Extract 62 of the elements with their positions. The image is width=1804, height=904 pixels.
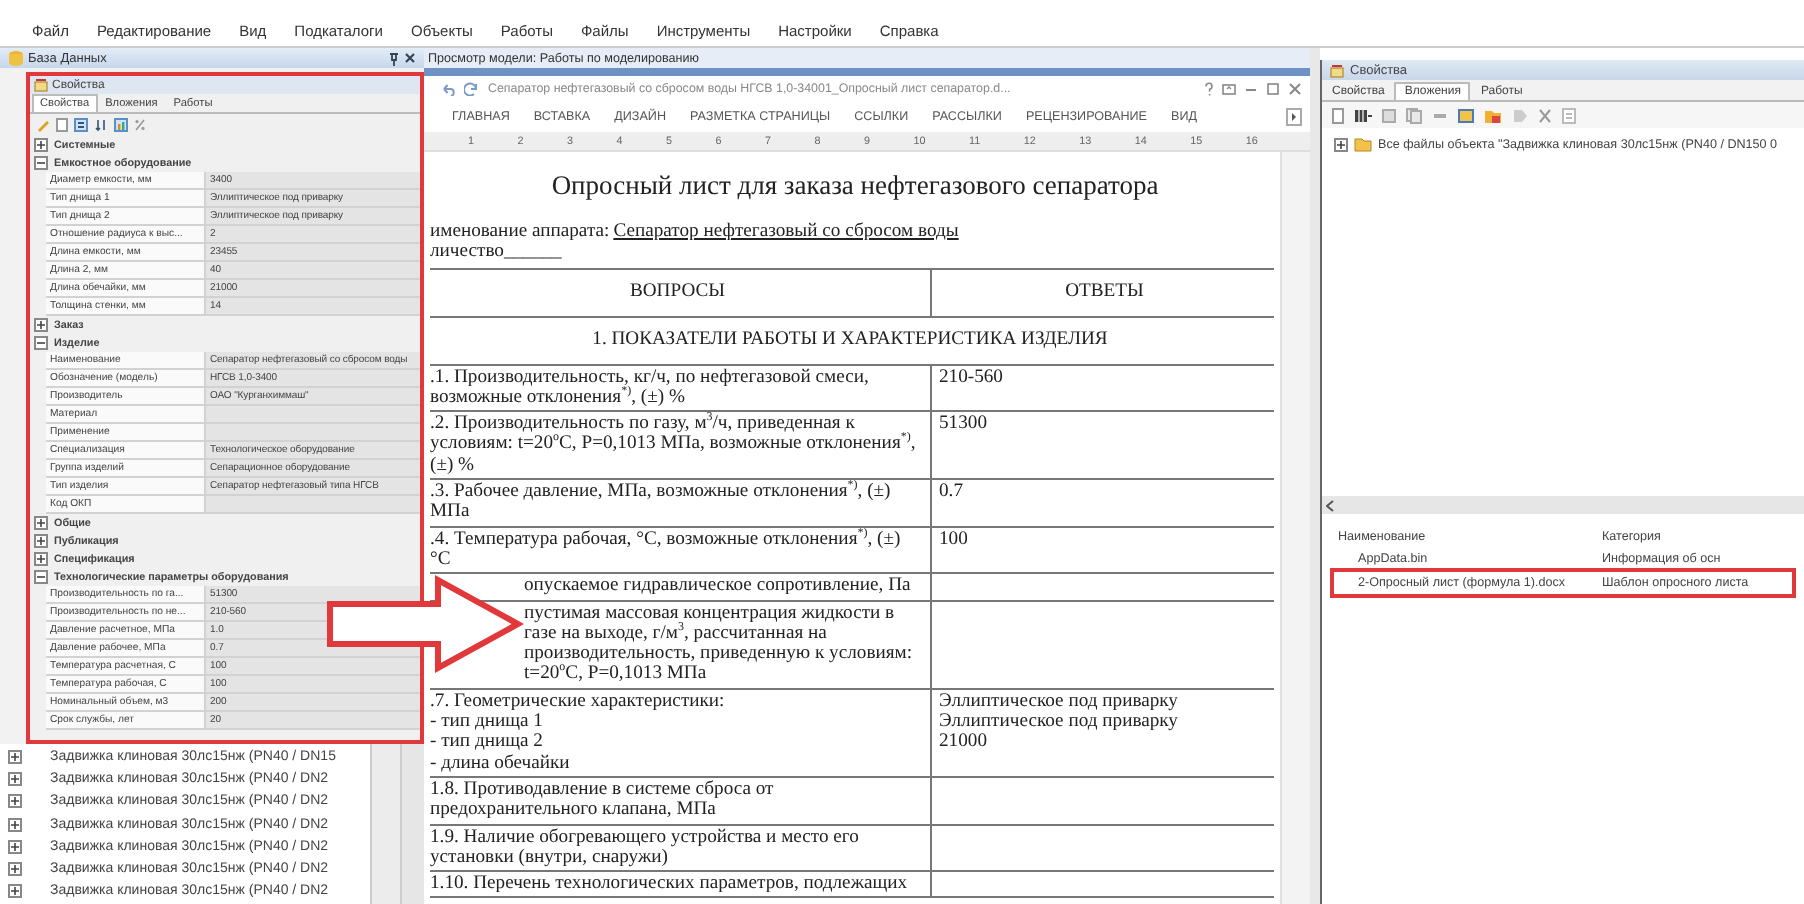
columns-icon[interactable] xyxy=(1354,107,1372,123)
field-label: именование аппарата: xyxy=(430,222,610,243)
expand-icon[interactable] xyxy=(8,817,22,832)
folder-icon[interactable] xyxy=(1484,107,1502,123)
folder-icon xyxy=(1354,136,1372,152)
answer-cell: 210-560 xyxy=(930,364,1274,412)
database-icon xyxy=(8,50,24,66)
field-value: Сепаратор нефтегазовый со сбросом воды xyxy=(611,222,959,243)
pin-icon[interactable] xyxy=(388,51,400,65)
document-icon[interactable] xyxy=(56,118,68,132)
expand-icon[interactable] xyxy=(34,138,48,152)
answer-cell: 100 xyxy=(930,526,1274,574)
expand-icon[interactable] xyxy=(34,534,48,548)
question-cell: 1.9. Наличие обогревающего устройства и место его установки (внутри, снаружи) xyxy=(430,824,930,872)
question-cell: .1. Производительность, кг/ч, по нефтегазовой смеси, возможные отклонения$^{*)}$, (±) % xyxy=(430,364,930,412)
document-icon[interactable] xyxy=(1332,107,1344,123)
column-header: ВОПРОСЫ xyxy=(430,268,930,317)
expand-icon[interactable] xyxy=(8,862,22,877)
properties-icon xyxy=(1330,63,1344,77)
answer-cell: 0.7 xyxy=(930,479,1274,527)
question-cell: .7. Геометрические характеристики: - тип днища 1 - тип днища 2 - длина обечайки xyxy=(430,688,930,777)
redo-icon[interactable] xyxy=(464,82,480,96)
scroll-right-icon[interactable] xyxy=(1286,108,1302,126)
close-icon[interactable] xyxy=(1288,82,1302,96)
expand-icon[interactable] xyxy=(34,336,48,350)
field-label: личество______ xyxy=(430,242,562,264)
expand-icon[interactable] xyxy=(8,884,22,899)
sort-icon[interactable] xyxy=(94,118,108,132)
copy-icon[interactable] xyxy=(1406,107,1422,123)
answer-cell: Эллиптическое под приварку Эллиптическое под приварку 21000 xyxy=(930,688,1274,777)
column-header: ОТВЕТЫ xyxy=(930,268,1274,317)
percent-icon[interactable] xyxy=(134,118,146,132)
expand-icon[interactable] xyxy=(8,839,22,854)
expand-icon[interactable] xyxy=(8,794,22,809)
edit-icon[interactable] xyxy=(1382,107,1396,123)
chart-icon[interactable] xyxy=(114,118,128,132)
scroll-left-icon[interactable] xyxy=(1326,499,1334,511)
question-cell: 1.8. Противодавление в системе сброса от предохранительного клапана, МПа xyxy=(430,776,930,825)
expand-icon[interactable] xyxy=(8,772,22,787)
question-cell: .4. Температура рабочая, °С, возможные отклонения$^{*)}$, (±) °С xyxy=(430,526,930,574)
question-cell: .3. Рабочее давление, МПа, возможные отклонения$^{*)}$, (±) МПа xyxy=(430,479,930,527)
maximize-icon[interactable] xyxy=(1266,82,1280,96)
document-heading: Опросный лист для заказа нефтегазового сепаратора xyxy=(549,168,1161,204)
expand-icon[interactable] xyxy=(34,318,48,332)
delete-icon[interactable] xyxy=(1538,107,1552,123)
answer-cell: 51300 xyxy=(930,411,1274,480)
properties-icon xyxy=(34,78,48,92)
horizontal-scrollbar[interactable] xyxy=(1322,496,1804,514)
expand-icon[interactable] xyxy=(8,750,22,765)
undo-icon[interactable] xyxy=(440,82,456,96)
close-icon[interactable] xyxy=(404,52,416,64)
expand-icon[interactable] xyxy=(34,552,48,566)
question-cell: .2. Производительность по газу, м$^{3}$/ч, приведенная к условиям: t=20$^{о}$С, P=0,1013 МПа, возможные отклонения$^{*)}$, (±) % xyxy=(430,411,930,480)
question-cell: 1.10. Перечень технологических параметров, подлежащих xyxy=(430,871,930,898)
help-icon[interactable] xyxy=(1204,82,1214,96)
section-heading: 1. ПОКАЗАТЕЛИ РАБОТЫ И ХАРАКТЕРИСТИКА ИЗДЕЛИЯ xyxy=(430,316,1274,365)
expand-icon[interactable] xyxy=(34,516,48,530)
expand-icon[interactable] xyxy=(1334,137,1348,151)
ribbon-options-icon[interactable] xyxy=(1222,82,1236,96)
category-icon[interactable] xyxy=(74,118,88,132)
expand-icon[interactable] xyxy=(34,156,48,170)
expand-icon[interactable] xyxy=(34,570,48,584)
